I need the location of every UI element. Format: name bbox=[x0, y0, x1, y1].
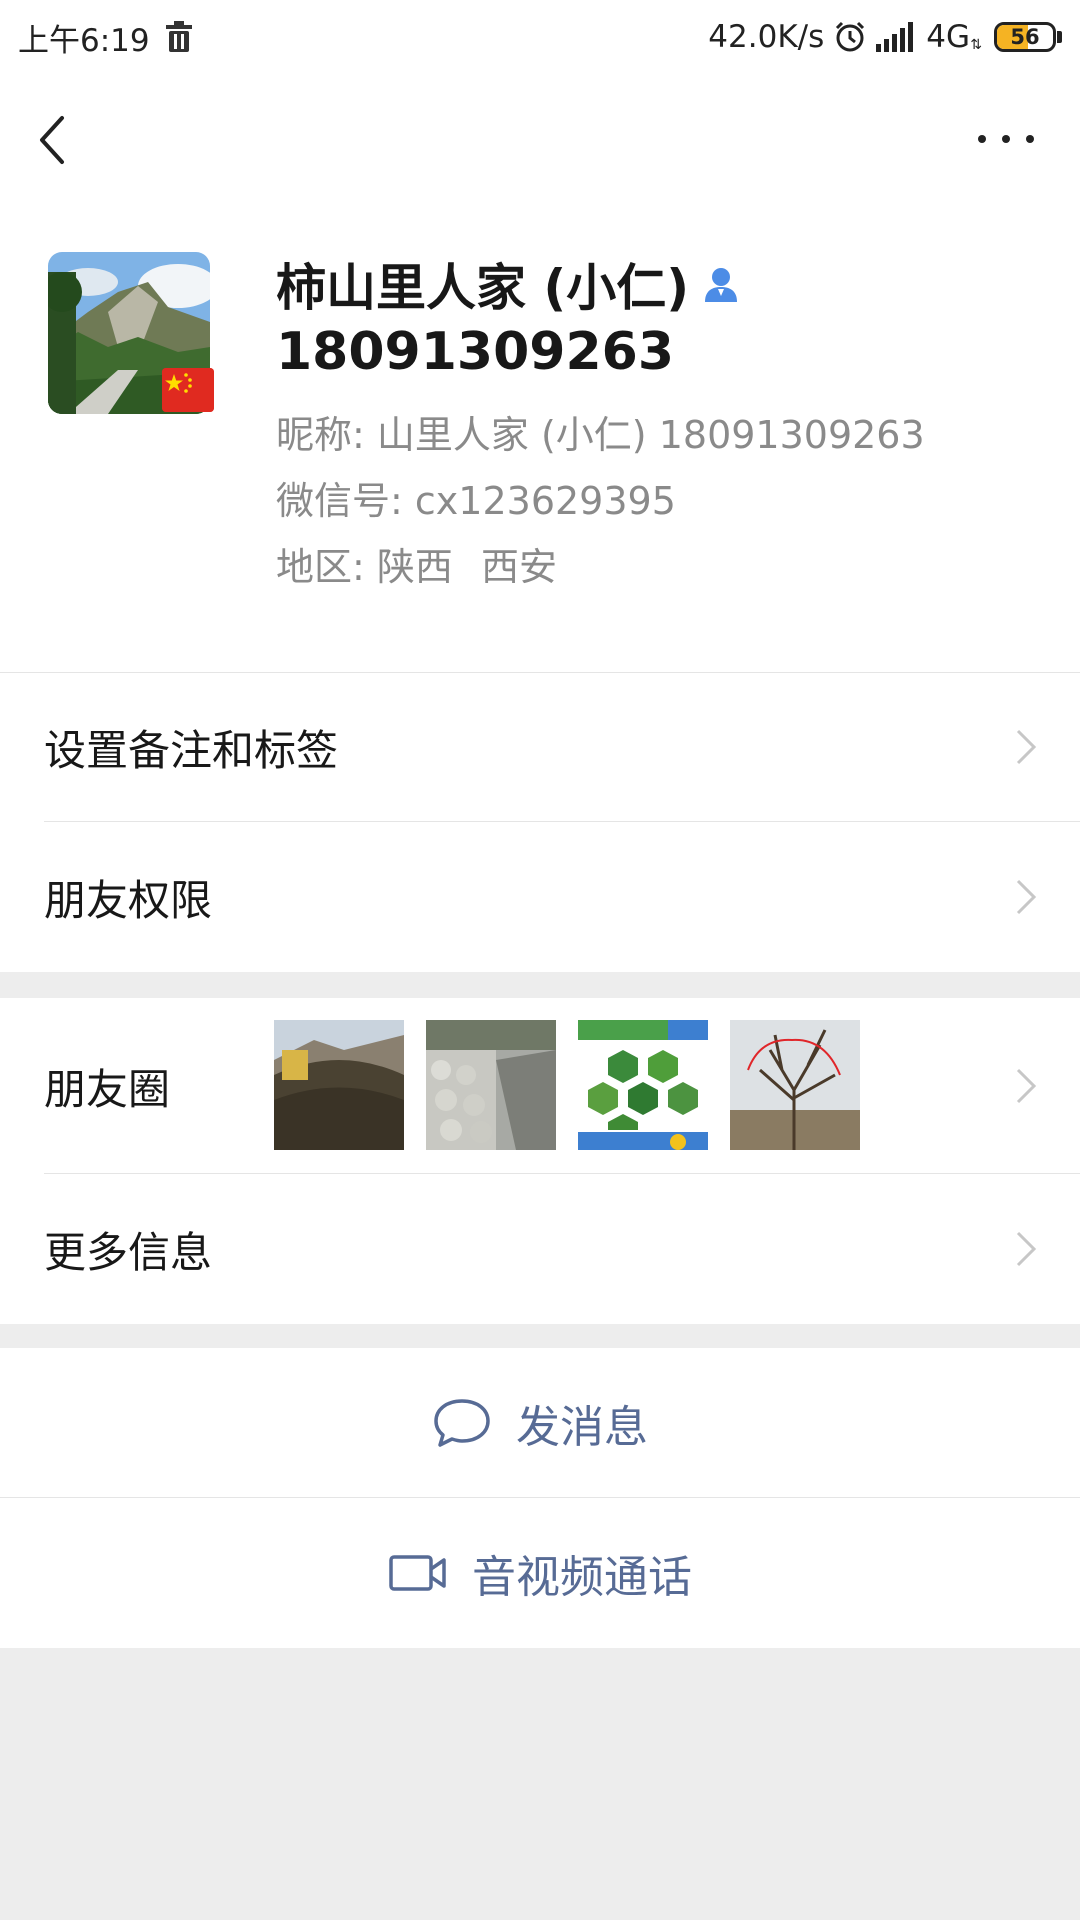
moments-thumbnail bbox=[426, 1020, 556, 1150]
more-info-row[interactable]: 更多信息 bbox=[0, 1174, 1080, 1324]
nickname-line: 昵称: 山里人家 (小仁) 18091309263 bbox=[276, 404, 925, 459]
chat-bubble-icon bbox=[434, 1399, 490, 1447]
moments-row[interactable]: 朋友圈 bbox=[0, 998, 1080, 1174]
video-call-button[interactable]: 音视频通话 bbox=[0, 1498, 1080, 1648]
name-row: 柿山里人家 (小仁) bbox=[276, 248, 743, 320]
send-message-label: 发消息 bbox=[516, 1402, 648, 1453]
nickname-value: 山里人家 (小仁) 18091309263 bbox=[376, 413, 925, 457]
thumbnail-sacks-image bbox=[426, 1020, 556, 1150]
chevron-right-icon bbox=[1016, 1068, 1037, 1104]
thumbnail-pruned-tree-image bbox=[730, 1020, 860, 1150]
alarm-icon bbox=[836, 21, 865, 52]
send-message-button[interactable]: 发消息 bbox=[0, 1348, 1080, 1498]
status-right: 42.0K/s 4G ⇅ 56 bbox=[708, 19, 1062, 55]
battery-level: 56 bbox=[1010, 25, 1040, 49]
flag-badge bbox=[162, 368, 214, 412]
nav-bar bbox=[0, 74, 1080, 204]
moments-label: 朋友圈 bbox=[44, 1064, 171, 1114]
more-info-label: 更多信息 bbox=[44, 1227, 213, 1277]
status-net-speed: 42.0K/s bbox=[708, 19, 825, 55]
friend-permissions-label: 朋友权限 bbox=[44, 875, 213, 925]
region-province: 陕西 bbox=[376, 545, 453, 589]
region-line: 地区: 陕西 西安 bbox=[276, 536, 557, 591]
wechat-id-value[interactable]: cx123629395 bbox=[415, 479, 676, 523]
video-call-label: 音视频通话 bbox=[472, 1552, 692, 1603]
moments-thumbnail bbox=[730, 1020, 860, 1150]
region-label: 地区: bbox=[276, 545, 365, 589]
friend-permissions-row[interactable]: 朋友权限 bbox=[0, 822, 1080, 972]
settings-group: 设置备注和标签 朋友权限 bbox=[0, 672, 1080, 972]
status-bar: 上午6:19 42.0K/s 4G ⇅ 56 bbox=[0, 0, 1080, 74]
moments-thumbnail bbox=[274, 1020, 404, 1150]
more-dot bbox=[1026, 135, 1034, 143]
more-dot bbox=[978, 135, 986, 143]
display-phone: 18091309263 bbox=[276, 322, 674, 382]
contact-icon bbox=[705, 268, 738, 302]
status-time: 上午6:19 bbox=[18, 22, 150, 59]
battery-indicator: 56 bbox=[994, 22, 1062, 52]
more-dot bbox=[1002, 135, 1010, 143]
display-name: 柿山里人家 (小仁) bbox=[276, 259, 690, 317]
moments-group: 朋友圈 更多信息 bbox=[0, 998, 1080, 1324]
signal-icon bbox=[876, 22, 914, 52]
china-flag-icon bbox=[162, 368, 214, 412]
battery-cap bbox=[1057, 31, 1062, 43]
more-icon[interactable] bbox=[978, 114, 1034, 164]
back-icon[interactable] bbox=[30, 110, 80, 170]
region-city: 西安 bbox=[481, 545, 558, 589]
thumbnail-seedlings-collage-image bbox=[578, 1020, 708, 1150]
set-remark-tags-label: 设置备注和标签 bbox=[44, 725, 339, 775]
wechat-id-line: 微信号: cx123629395 bbox=[276, 470, 676, 525]
trash-icon bbox=[165, 21, 192, 52]
moments-thumbnails bbox=[274, 1020, 860, 1150]
network-type: 4G ⇅ bbox=[926, 19, 982, 55]
wechat-id-label: 微信号: bbox=[276, 479, 403, 523]
chevron-right-icon bbox=[1016, 879, 1037, 915]
set-remark-tags-row[interactable]: 设置备注和标签 bbox=[0, 672, 1080, 822]
video-camera-icon bbox=[389, 1555, 446, 1591]
chevron-right-icon bbox=[1016, 729, 1037, 765]
profile-header: 柿山里人家 (小仁) 18091309263 昵称: 山里人家 (小仁) 180… bbox=[0, 204, 1080, 672]
nickname-label: 昵称: bbox=[276, 413, 365, 457]
status-left: 上午6:19 bbox=[18, 15, 194, 60]
contact-profile-screen: 上午6:19 42.0K/s 4G ⇅ 56 柿山里人家 (小仁) 180913… bbox=[0, 0, 1080, 1920]
moments-thumbnail bbox=[578, 1020, 708, 1150]
thumbnail-walnut-pile-image bbox=[274, 1020, 404, 1150]
chevron-right-icon bbox=[1016, 1231, 1037, 1267]
battery-body: 56 bbox=[994, 22, 1056, 52]
